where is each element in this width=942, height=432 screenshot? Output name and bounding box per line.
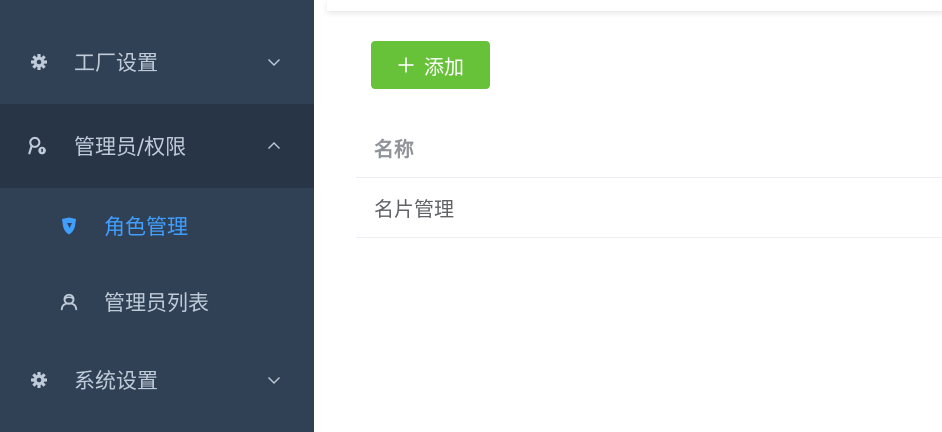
sidebar-item-label: 工厂设置	[74, 51, 158, 75]
chevron-up-icon	[266, 138, 282, 154]
gear-icon	[29, 370, 49, 390]
table-cell-name: 名片管理	[374, 197, 454, 221]
shield-icon	[59, 216, 79, 236]
sidebar-item-factory-settings[interactable]: 工厂设置	[0, 20, 314, 104]
chevron-down-icon	[266, 372, 282, 388]
app: 工厂设置 管理员/权限 角色管理 管理员列表 系统设置 添加 名称 名片管理	[0, 0, 942, 432]
sidebar-item-admin-permissions[interactable]: 管理员/权限	[0, 104, 314, 188]
users-icon	[59, 292, 79, 312]
main-content: 添加 名称 名片管理	[314, 0, 942, 432]
admin-key-icon	[28, 136, 48, 156]
roles-table: 名称 名片管理	[356, 118, 942, 238]
header-card	[327, 0, 942, 11]
sidebar-item-label: 角色管理	[104, 215, 188, 239]
sidebar-item-label: 系统设置	[74, 369, 158, 393]
chevron-down-icon	[266, 54, 282, 70]
sidebar-item-label: 管理员列表	[104, 291, 209, 315]
column-header-name: 名称	[374, 137, 414, 161]
sidebar-subitem-role-management[interactable]: 角色管理	[0, 188, 314, 264]
table-row[interactable]: 名片管理	[356, 178, 942, 238]
sidebar-subitem-admin-list[interactable]: 管理员列表	[0, 264, 314, 340]
add-button[interactable]: 添加	[371, 41, 490, 89]
plus-icon	[397, 56, 415, 74]
sidebar-item-label: 管理员/权限	[74, 135, 187, 159]
add-button-label: 添加	[424, 54, 464, 79]
table-header-row: 名称	[356, 118, 942, 178]
sidebar-item-system-settings[interactable]: 系统设置	[0, 338, 314, 422]
gear-icon	[29, 52, 49, 72]
sidebar: 工厂设置 管理员/权限 角色管理 管理员列表 系统设置	[0, 0, 314, 432]
